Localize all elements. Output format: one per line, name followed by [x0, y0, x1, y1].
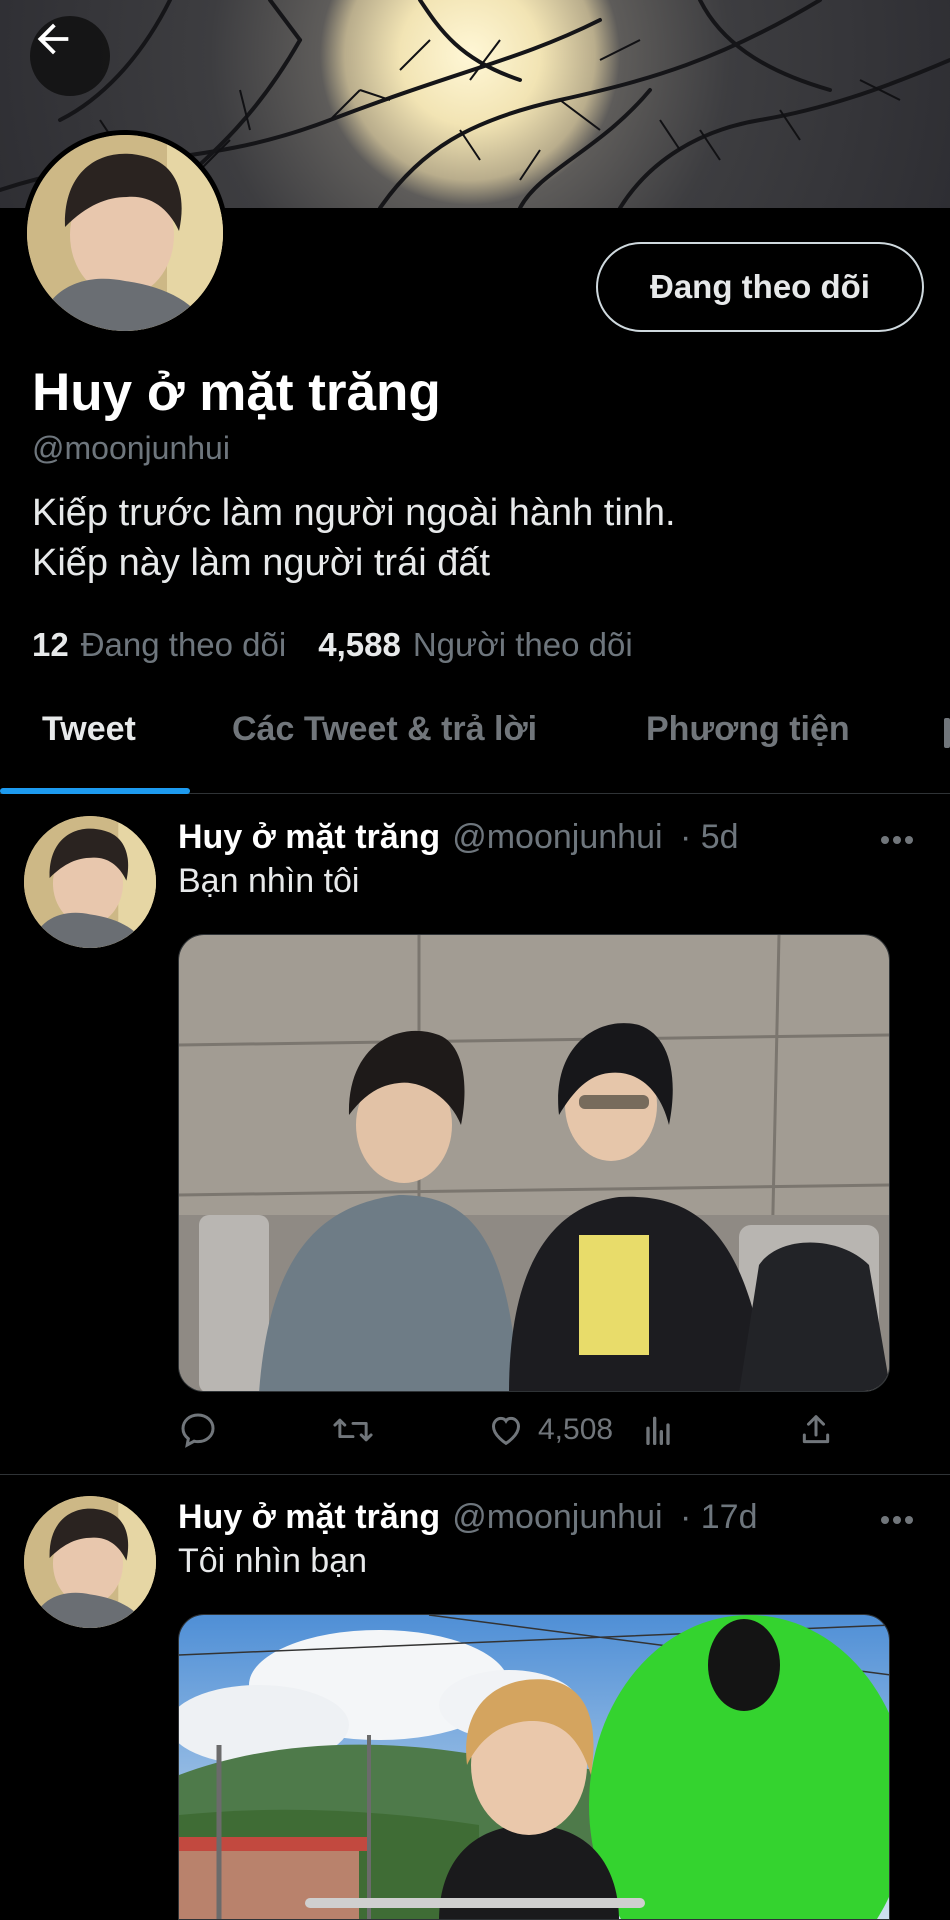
tweet-actions: 4,508 [178, 1410, 890, 1460]
more-options-button[interactable] [880, 832, 914, 850]
tab-media[interactable]: Phương tiện [646, 710, 850, 749]
tweet-avatar[interactable] [24, 816, 156, 948]
tweet-avatar[interactable] [24, 1496, 156, 1628]
avatar-photo [24, 1496, 156, 1628]
followers-stat[interactable]: 4,588 Người theo dõi [318, 626, 632, 664]
tweet-text: Tôi nhìn bạn [178, 1542, 368, 1580]
tweet-divider [0, 1474, 950, 1475]
tweet-time[interactable]: · 5d [680, 818, 739, 856]
bio-line-1: Kiếp trước làm người ngoài hành tinh. [32, 492, 676, 534]
more-options-button[interactable] [880, 1512, 914, 1530]
profile-display-name: Huy ở mặt trăng [32, 363, 441, 422]
tab-tweets[interactable]: Tweet [42, 710, 136, 749]
active-tab-indicator [0, 788, 190, 794]
arrow-left-icon [37, 23, 69, 55]
tweet-photo-two-people-sitting [179, 935, 889, 1391]
followers-count: 4,588 [318, 626, 401, 663]
following-stat[interactable]: 12 Đang theo dõi [32, 626, 286, 664]
tweet-header: Huy ở mặt trăng @moonjunhui · 17d [178, 1498, 757, 1537]
reply-icon [181, 1413, 215, 1448]
tweet-author-handle[interactable]: @moonjunhui [452, 818, 662, 856]
reply-button[interactable] [178, 1410, 218, 1450]
profile-avatar[interactable] [22, 130, 228, 336]
tab-overflow-partial[interactable] [944, 718, 950, 748]
tweet-time[interactable]: · 17d [680, 1498, 758, 1536]
tweet-author-name[interactable]: Huy ở mặt trăng [178, 1498, 440, 1536]
share-icon [802, 1415, 830, 1444]
avatar-photo [27, 135, 223, 331]
tweet[interactable]: Huy ở mặt trăng @moonjunhui · 5d Bạn nhìn… [0, 796, 950, 1476]
more-horizontal-icon [881, 1516, 913, 1524]
share-button[interactable] [796, 1410, 836, 1450]
following-count: 12 [32, 626, 69, 663]
bio-line-2: Kiếp này làm người trái đất [32, 542, 491, 584]
tweet-text: Bạn nhìn tôi [178, 862, 360, 900]
followers-label: Người theo dõi [412, 626, 633, 663]
profile-bio: Kiếp trước làm người ngoài hành tinh. Ki… [32, 488, 676, 588]
back-button[interactable] [30, 16, 110, 96]
following-label: Đang theo dõi [80, 626, 287, 663]
profile-handle: @moonjunhui [32, 430, 230, 466]
analytics-icon [646, 1416, 670, 1445]
retweet-icon [333, 1418, 373, 1442]
tweet-image[interactable] [178, 1614, 890, 1920]
tweet[interactable]: Huy ở mặt trăng @moonjunhui · 17d Tôi nhì… [0, 1476, 950, 1920]
like-button[interactable]: 4,508 [486, 1410, 613, 1450]
views-button[interactable] [638, 1410, 678, 1450]
more-horizontal-icon [881, 836, 913, 844]
tweet-image[interactable] [178, 934, 890, 1392]
home-indicator [305, 1898, 645, 1908]
tweet-photo-person-with-alien-balloon [179, 1615, 889, 1919]
tweet-author-handle[interactable]: @moonjunhui [452, 1498, 662, 1536]
like-count: 4,508 [538, 1413, 614, 1446]
profile-tabs: Tweet Các Tweet & trả lời Phương tiện [0, 690, 950, 794]
tab-tweets-and-replies[interactable]: Các Tweet & trả lời [232, 710, 537, 749]
retweet-button[interactable] [330, 1410, 376, 1450]
heart-icon [491, 1416, 521, 1446]
profile-stats: 12 Đang theo dõi 4,588 Người theo dõi [32, 626, 633, 664]
avatar-photo [24, 816, 156, 948]
tweet-header: Huy ở mặt trăng @moonjunhui · 5d [178, 818, 739, 857]
following-button[interactable]: Đang theo dõi [596, 242, 924, 332]
tweet-author-name[interactable]: Huy ở mặt trăng [178, 818, 440, 856]
